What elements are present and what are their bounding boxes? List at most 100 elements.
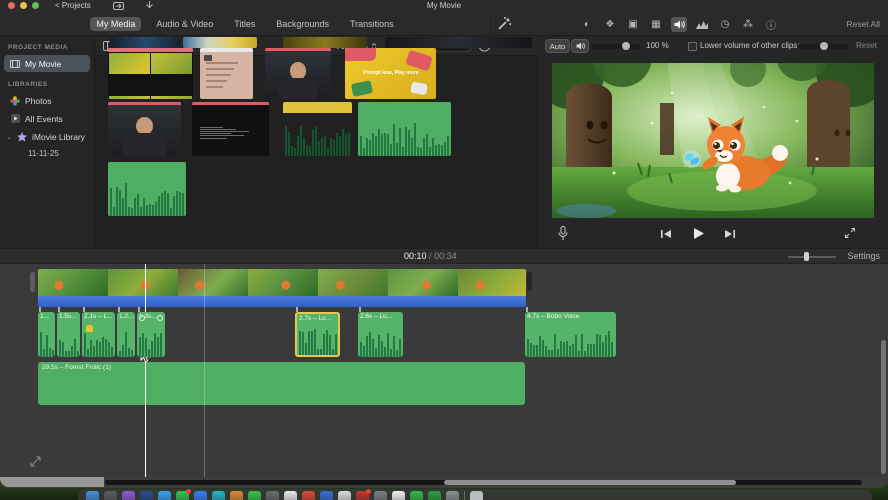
lower-volume-slider-knob[interactable] (820, 42, 828, 50)
reset-button[interactable]: Reset (856, 36, 877, 56)
media-thumbnail-promo[interactable]: Prompt less, Play more (345, 48, 436, 99)
reset-all-button[interactable]: Reset All (846, 12, 880, 36)
audio-clip[interactable]: 1.3s... (137, 312, 165, 357)
info-icon[interactable]: ⓘ (763, 17, 779, 32)
background-music-clip[interactable]: 29.5s – Forest Frolic (1) (38, 362, 525, 405)
dock-icon[interactable] (284, 491, 297, 500)
tab-titles[interactable]: Titles (228, 17, 261, 31)
playhead[interactable] (145, 264, 146, 477)
speed-icon[interactable]: ◷ (717, 17, 733, 32)
volume-slider-knob[interactable] (622, 42, 630, 50)
skip-back-button[interactable] (660, 229, 672, 239)
color-correction-icon[interactable]: ❖ (602, 17, 618, 32)
dock-icon[interactable] (176, 489, 191, 500)
color-balance-icon[interactable]: ◐ (579, 17, 595, 32)
sidebar-item-my-movie[interactable]: My Movie (4, 55, 90, 72)
media-thumbnail-talking[interactable] (265, 48, 331, 99)
media-thumbnail-partial-olive[interactable] (283, 37, 367, 48)
dock-icon[interactable] (392, 491, 405, 500)
audio-clip[interactable]: 2.6s – Lu... (358, 312, 403, 357)
dock-icon[interactable] (212, 491, 225, 500)
trash-icon[interactable] (470, 491, 483, 500)
audio-clip[interactable]: 1.2... (117, 312, 135, 357)
dock-icon[interactable] (104, 491, 117, 500)
promo-caption: Prompt less, Play more (363, 70, 419, 77)
stabilization-icon[interactable]: ▦ (648, 17, 664, 32)
sidebar-event-11-11-25[interactable]: 11-11-25 (0, 146, 94, 160)
media-thumbnail-audio[interactable] (108, 162, 186, 216)
audio-clip[interactable]: 2.7s – Lu... (295, 312, 340, 357)
dock-icon[interactable] (230, 491, 243, 500)
mute-button[interactable] (571, 39, 589, 53)
fade-handle-left[interactable] (139, 315, 145, 321)
beat-marker (86, 325, 93, 332)
dock-icon[interactable] (374, 491, 387, 500)
audio-clip[interactable]: 2.1s – L... (82, 312, 115, 357)
lower-volume-slider[interactable] (797, 42, 848, 50)
dock-icon[interactable] (302, 491, 315, 500)
dock-icon[interactable] (410, 491, 423, 500)
fade-handle-right[interactable] (157, 315, 163, 321)
sidebar-item-imovie-library[interactable]: ⌄ iMovie Library (4, 128, 90, 145)
crop-icon[interactable]: ▣ (625, 17, 641, 32)
dock-icon[interactable] (446, 491, 459, 500)
audio-clip[interactable]: 1.5s... (57, 312, 80, 357)
media-thumbnail-talking[interactable] (108, 102, 181, 156)
play-button[interactable] (692, 227, 705, 240)
media-thumbnail-partial-dark[interactable] (385, 37, 532, 48)
horizontal-scrollbar[interactable] (105, 480, 862, 485)
timeline-left-trim-handle[interactable] (30, 272, 35, 292)
sidebar-item-label: All Events (25, 113, 63, 124)
dock-icon[interactable] (158, 491, 171, 500)
media-thumbnail-partial-blue[interactable] (110, 37, 181, 48)
dock-icon[interactable] (140, 491, 153, 500)
dock-icon[interactable] (122, 491, 135, 500)
timeline[interactable]: 29.5s – Forest Frolic (1) 1... 1.5s... 2.1… (0, 264, 888, 477)
sidebar-item-all-events[interactable]: All Events (4, 110, 90, 127)
zoom-slider-knob[interactable] (804, 252, 809, 261)
music-clip-label: 29.5s – Forest Frolic (1) (42, 364, 111, 371)
dock-icon[interactable] (86, 491, 99, 500)
tab-audio-video[interactable]: Audio & Video (150, 17, 219, 31)
macos-dock[interactable] (78, 489, 872, 500)
topbar: My Media Audio & Video Titles Backgrounds Tr… (0, 12, 888, 36)
tab-my-media[interactable]: My Media (90, 17, 142, 31)
video-clip-filmstrip[interactable] (38, 269, 526, 296)
dock-icon[interactable] (338, 491, 351, 500)
dock-icon[interactable] (320, 491, 333, 500)
timecode: 00:10 / 00:34 (404, 251, 457, 261)
voiceover-mic-icon[interactable] (558, 226, 568, 241)
sidebar-item-photos[interactable]: Photos (4, 92, 90, 109)
media-thumbnail-collage[interactable] (108, 48, 193, 99)
clip-filter-icon[interactable]: ⁂ (740, 17, 756, 32)
media-thumbnail-partial-grad[interactable] (183, 37, 257, 48)
media-thumbnail-audio-tagged[interactable] (283, 102, 352, 156)
timeline-zoom-slider[interactable] (788, 252, 836, 261)
media-thumbnail-document[interactable] (200, 48, 253, 99)
dock-icon[interactable] (356, 489, 371, 500)
dock-icon[interactable] (266, 491, 279, 500)
video-clip-audio-bar[interactable] (38, 296, 526, 307)
timeline-settings-button[interactable]: Settings (847, 249, 880, 264)
lower-volume-checkbox[interactable] (688, 42, 697, 51)
media-thumbnail-screendark[interactable] (192, 102, 269, 156)
tab-backgrounds[interactable]: Backgrounds (270, 17, 335, 31)
skip-forward-button[interactable] (724, 229, 736, 239)
volume-icon[interactable] (671, 16, 687, 32)
noise-reduction-icon[interactable] (694, 17, 710, 32)
disclosure-chevron-icon[interactable]: ⌄ (6, 133, 12, 141)
dock-icon[interactable] (428, 491, 441, 500)
horizontal-scrollbar-thumb[interactable] (444, 480, 736, 485)
audio-clip[interactable]: 4.7s – Bobo Voice (525, 312, 616, 357)
audio-clip[interactable]: 1... (38, 312, 55, 357)
media-thumbnail-audio[interactable] (358, 102, 451, 156)
enhance-wand-icon[interactable] (497, 17, 511, 31)
timeline-vertical-scrollbar[interactable] (881, 340, 886, 474)
volume-slider[interactable] (592, 42, 640, 50)
auto-volume-button[interactable]: Auto (545, 39, 570, 53)
dock-icon[interactable] (194, 491, 207, 500)
dock-icon[interactable] (248, 491, 261, 500)
video-clip-right-trim-handle[interactable] (527, 272, 532, 291)
tab-transitions[interactable]: Transitions (344, 17, 400, 31)
fullscreen-expand-icon[interactable] (844, 227, 856, 239)
